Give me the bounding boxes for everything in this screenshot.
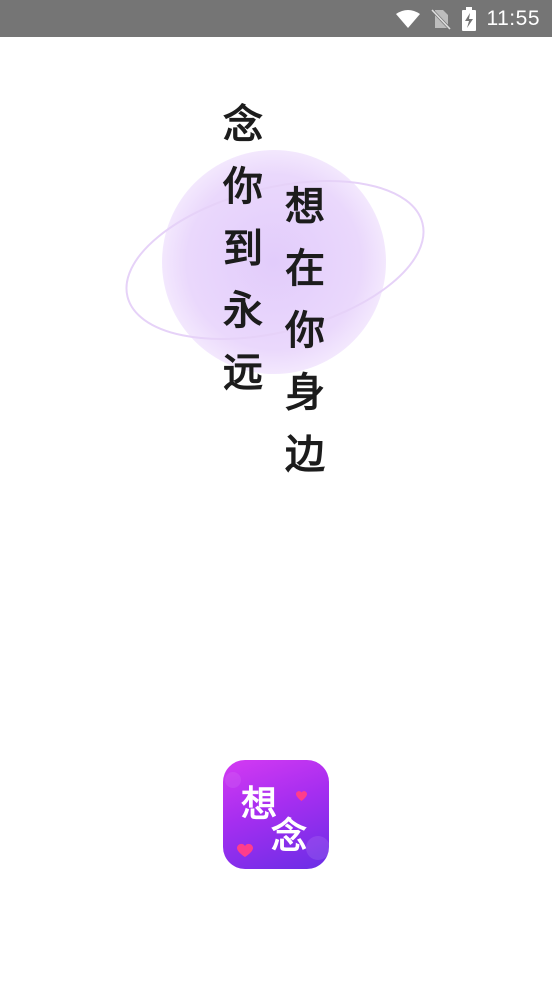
slogan-char: 到 — [223, 226, 263, 272]
slogan-line-left: 念 你 到 永 远 — [220, 94, 266, 404]
slogan-char: 想 — [285, 184, 325, 230]
slogan-char: 远 — [223, 350, 263, 396]
slogan-line-right: 想 在 你 身 边 — [282, 176, 328, 486]
splash-screen: 11:55 念 你 到 永 远 想 在 你 身 边 想 念 — [0, 0, 552, 983]
slogan-char: 永 — [223, 288, 263, 334]
slogan-char: 身 — [285, 370, 325, 416]
heart-icon — [237, 843, 253, 857]
app-logo-char-2: 念 — [271, 815, 307, 857]
wifi-icon — [395, 9, 421, 29]
app-logo: 想 念 — [223, 760, 329, 869]
slogan-char: 念 — [223, 102, 263, 148]
planet-ring — [125, 180, 425, 340]
app-logo-art: 想 念 — [225, 772, 329, 860]
slogan-char: 边 — [285, 432, 325, 478]
slogan-char: 在 — [285, 246, 325, 292]
heart-icon — [296, 791, 307, 801]
battery-charging-icon — [461, 6, 477, 31]
no-sim-icon — [430, 8, 451, 30]
slogan-char: 你 — [285, 308, 325, 354]
status-icons: 11:55 — [395, 0, 541, 37]
status-time: 11:55 — [486, 6, 540, 30]
status-bar: 11:55 — [0, 0, 552, 37]
slogan-char: 你 — [223, 164, 263, 210]
